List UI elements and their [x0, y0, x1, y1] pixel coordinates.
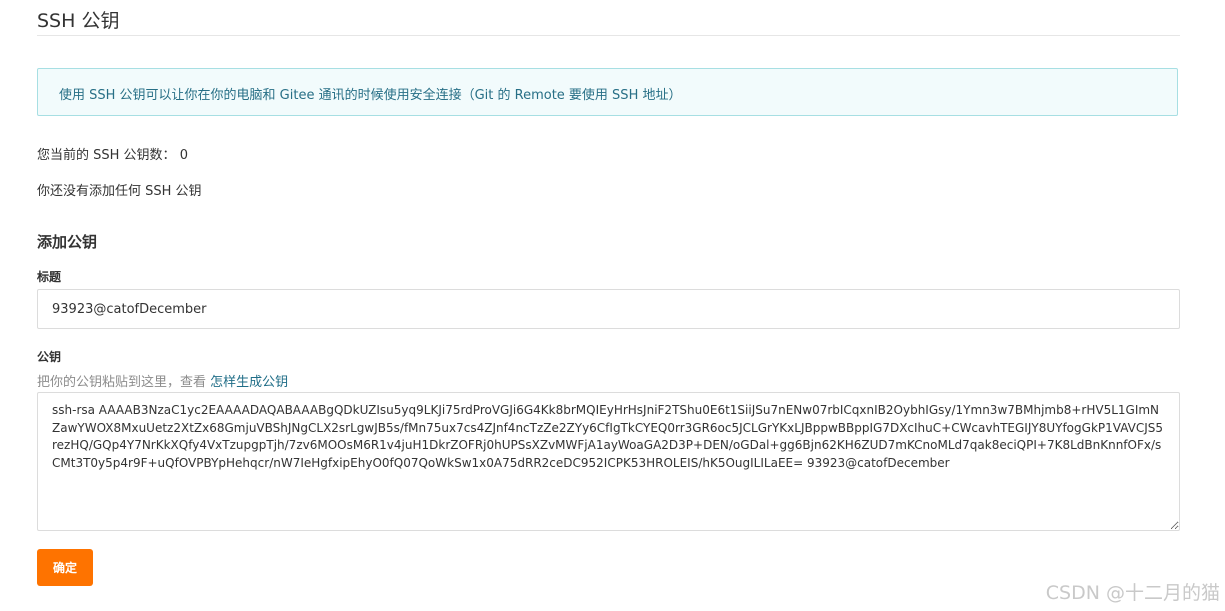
info-box: 使用 SSH 公钥可以让你在你的电脑和 Gitee 通讯的时候使用安全连接（Gi…: [37, 68, 1178, 116]
key-count-label: 您当前的 SSH 公钥数：: [37, 148, 176, 163]
key-count-line: 您当前的 SSH 公钥数： 0: [37, 144, 188, 163]
title-divider: [37, 35, 1180, 36]
public-key-textarea[interactable]: ssh-rsa AAAAB3NzaC1yc2EAAAADAQABAAABgQDk…: [37, 392, 1180, 531]
add-key-heading: 添加公钥: [37, 233, 98, 251]
csdn-watermark: CSDN @十二月的猫: [1045, 582, 1220, 604]
page-title: SSH 公钥: [37, 10, 120, 32]
info-text: 使用 SSH 公钥可以让你在你的电脑和 Gitee 通讯的时候使用安全连接（Gi…: [59, 88, 682, 103]
confirm-button[interactable]: 确定: [37, 549, 93, 586]
public-key-label: 公钥: [37, 350, 62, 364]
ssh-keys-page: SSH 公钥 使用 SSH 公钥可以让你在你的电脑和 Gitee 通讯的时候使用…: [0, 0, 1225, 611]
key-count-value: 0: [179, 148, 188, 163]
public-key-help: 把你的公钥粘贴到这里，查看 怎样生成公钥: [37, 371, 288, 390]
title-input[interactable]: [37, 289, 1180, 329]
public-key-help-text: 把你的公钥粘贴到这里，查看: [37, 375, 211, 390]
no-keys-message: 你还没有添加任何 SSH 公钥: [37, 184, 202, 199]
how-to-generate-link[interactable]: 怎样生成公钥: [210, 375, 288, 390]
title-label: 标题: [37, 270, 62, 284]
